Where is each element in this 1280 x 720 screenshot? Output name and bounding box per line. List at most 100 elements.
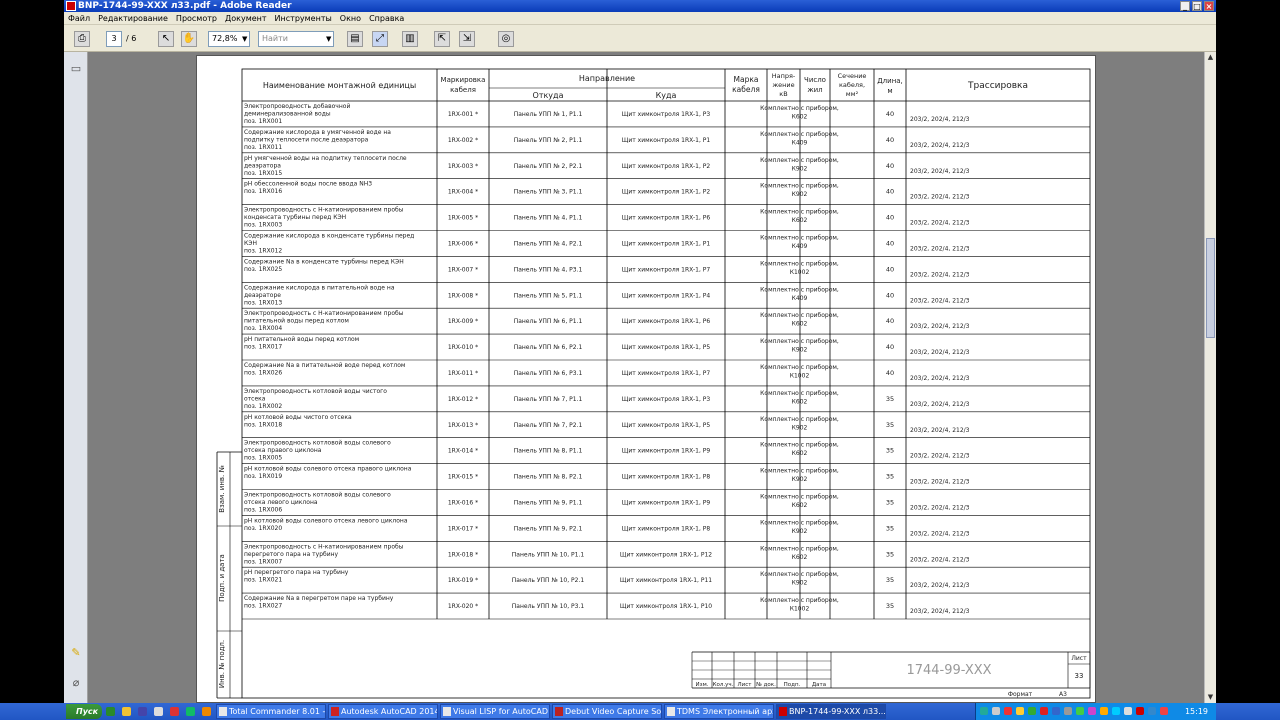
row-route: 203/2, 202/4, 212/3: [910, 530, 970, 537]
menu-window[interactable]: Окно: [336, 12, 365, 25]
task-app-icon: [219, 707, 227, 716]
row-from: Панель УПП № 9, Р1.1: [514, 500, 583, 507]
row-route: 203/2, 202/4, 212/3: [910, 453, 970, 460]
task-label: BNP-1744-99-XXX л33...: [789, 707, 886, 716]
cable-journal-drawing: Наименование монтажной единицы Маркировка…: [216, 68, 1091, 699]
close-button[interactable]: ×: [1204, 1, 1214, 11]
row-name-text: поз. 1RX016: [244, 188, 282, 195]
quicklaunch-icon[interactable]: [138, 707, 147, 716]
row-length: 40: [886, 291, 894, 299]
row-name-text: поз. 1RX012: [244, 248, 282, 255]
row-route: 203/2, 202/4, 212/3: [910, 479, 970, 486]
row-to: Щит химконтроля 1RX-1, Р4: [622, 292, 711, 299]
row-marking: 1RX-015 *: [448, 474, 478, 481]
title-bar: BNP-1744-99-XXX л33.pdf - Adobe Reader _…: [64, 0, 1216, 12]
menu-file[interactable]: Файл: [64, 12, 94, 25]
quicklaunch-icon[interactable]: [202, 707, 211, 716]
row-cable: Комплектно с прибором,: [760, 183, 839, 190]
task-autocad[interactable]: Autodesk AutoCAD 2014...: [328, 704, 438, 719]
row-marking: 1RX-017 *: [448, 525, 478, 532]
hand-icon[interactable]: ✋: [181, 31, 197, 47]
page-number-input[interactable]: 3: [106, 31, 122, 47]
vertical-scrollbar[interactable]: ▲ ▼: [1204, 52, 1216, 703]
print-icon[interactable]: ⎙: [74, 31, 90, 47]
maximize-button[interactable]: □: [1192, 1, 1202, 11]
fit-width-icon[interactable]: ⤢: [372, 31, 388, 47]
task-adobe-reader[interactable]: BNP-1744-99-XXX л33...: [776, 704, 886, 719]
tray-icon[interactable]: [1016, 707, 1024, 715]
scroll-up-icon[interactable]: ▲: [1205, 52, 1216, 63]
row-route: 203/2, 202/4, 212/3: [910, 246, 970, 253]
row-to: Щит химконтроля 1RX-1, Р9: [622, 500, 711, 507]
document-viewer[interactable]: Наименование монтажной единицы Маркировка…: [88, 52, 1204, 703]
tray-icon[interactable]: [1076, 707, 1084, 715]
header-direction: Направление: [579, 74, 635, 83]
task-tdms[interactable]: TDMS Электронный арх...: [664, 704, 774, 719]
row-cable: К602: [792, 554, 808, 561]
tray-icon[interactable]: [1088, 707, 1096, 715]
scroll-thumb[interactable]: [1206, 238, 1215, 338]
attachments-icon[interactable]: ⌀: [69, 676, 83, 690]
row-to: Щит химконтроля 1RX-1, Р6: [622, 215, 711, 222]
tray-icon[interactable]: [1040, 707, 1048, 715]
row-cable: Комплектно с прибором,: [760, 597, 839, 604]
extract-icon[interactable]: ⇱: [434, 31, 450, 47]
attach-icon[interactable]: ◎: [498, 31, 514, 47]
menu-document[interactable]: Документ: [221, 12, 271, 25]
row-from: Панель УПП № 9, Р2.1: [514, 525, 583, 532]
comments-icon[interactable]: ✎: [69, 646, 83, 660]
minimize-button[interactable]: _: [1180, 1, 1190, 11]
row-length: 40: [886, 343, 894, 351]
two-page-icon[interactable]: ▥: [402, 31, 418, 47]
select-icon[interactable]: ↖: [158, 31, 174, 47]
row-cable: К902: [792, 580, 808, 587]
start-button[interactable]: Пуск: [66, 704, 102, 719]
find-dropdown-icon[interactable]: ▼: [326, 31, 331, 47]
header-section: Сечение: [838, 72, 867, 80]
menu-tools[interactable]: Инструменты: [271, 12, 336, 25]
tray-icon[interactable]: [1052, 707, 1060, 715]
tray-icon[interactable]: [1064, 707, 1072, 715]
tray-icon[interactable]: [1112, 707, 1120, 715]
menu-view[interactable]: Просмотр: [172, 12, 221, 25]
quicklaunch-icon[interactable]: [186, 707, 195, 716]
task-debut[interactable]: Debut Video Capture Sof...: [552, 704, 662, 719]
tray-icon[interactable]: [1124, 707, 1132, 715]
row-from: Панель УПП № 3, Р1.1: [514, 189, 583, 196]
row-to: Щит химконтроля 1RX-1, Р5: [622, 344, 711, 351]
task-total-commander[interactable]: Total Commander 8.01 - ...: [216, 704, 326, 719]
quicklaunch-icon[interactable]: [106, 707, 115, 716]
extract2-icon[interactable]: ⇲: [459, 31, 475, 47]
fit-page-icon[interactable]: ▤: [347, 31, 363, 47]
menu-help[interactable]: Справка: [365, 12, 408, 25]
zoom-dropdown-icon[interactable]: ▼: [242, 31, 247, 47]
tray-icon[interactable]: [1028, 707, 1036, 715]
adobe-app-icon: [66, 1, 76, 11]
row-cable: К409: [792, 295, 808, 302]
tray-icon[interactable]: [980, 707, 988, 715]
quicklaunch-icon[interactable]: [154, 707, 163, 716]
row-name-text: поз. 1RX025: [244, 266, 282, 273]
task-visual-lisp[interactable]: Visual LISP for AutoCAD ...: [440, 704, 550, 719]
row-name-text: перегретого пара на турбину: [244, 551, 339, 558]
tray-icon[interactable]: [1136, 707, 1144, 715]
row-from: Панель УПП № 10, Р1.1: [512, 551, 585, 558]
margin-label: Инв. № подл.: [218, 640, 226, 688]
scroll-down-icon[interactable]: ▼: [1205, 692, 1216, 703]
tray-icon[interactable]: [1100, 707, 1108, 715]
quicklaunch-icon[interactable]: [170, 707, 179, 716]
header-voltage: кВ: [779, 90, 787, 98]
header-to: Куда: [656, 91, 677, 100]
row-route: 203/2, 202/4, 212/3: [910, 142, 970, 149]
row-name-text: Электропроводность с Н-катионированием п…: [244, 543, 404, 550]
tray-icon[interactable]: [992, 707, 1000, 715]
tray-icon[interactable]: [1004, 707, 1012, 715]
find-input[interactable]: Найти: [258, 31, 334, 47]
pages-icon[interactable]: ▭: [69, 62, 83, 76]
tray-icon[interactable]: [1148, 707, 1156, 715]
row-cable: Комплектно с прибором,: [760, 468, 839, 475]
menu-edit[interactable]: Редактирование: [94, 12, 172, 25]
header-voltage: Напря-: [772, 72, 796, 80]
tray-icon[interactable]: [1160, 707, 1168, 715]
quicklaunch-icon[interactable]: [122, 707, 131, 716]
